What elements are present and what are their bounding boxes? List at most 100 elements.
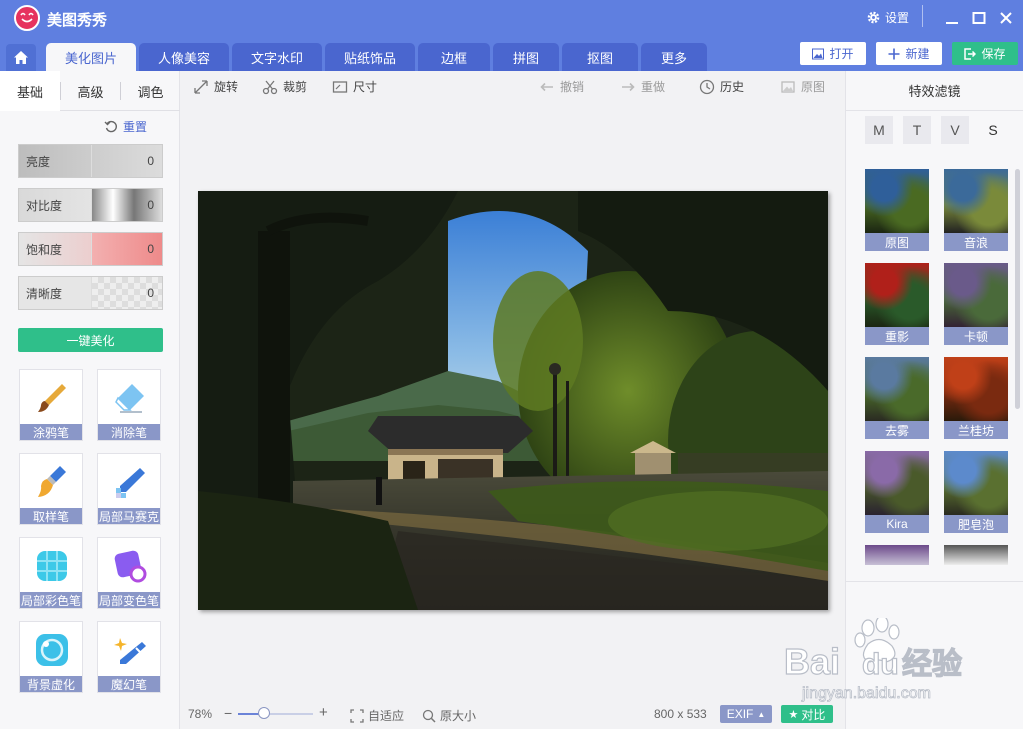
filter-thumbnail[interactable]: Kira [865,451,929,533]
filter-thumbnail[interactable]: 去雾 [865,357,929,439]
tab-collage[interactable]: 拼图 [493,43,559,71]
brightness-slider[interactable]: 亮度 0 [18,144,163,178]
crop-label: 裁剪 [283,80,308,94]
one-key-beautify-button[interactable]: 一键美化 [18,328,163,352]
magic-pen-icon [114,638,146,664]
original-button[interactable]: 原图 [780,78,825,95]
redo-arrow-icon [622,82,635,91]
eraser-icon [115,384,144,413]
reset-button[interactable]: 重置 [104,118,147,135]
filter-thumbnail-partial[interactable] [865,545,929,565]
open-button[interactable]: 打开 [800,42,866,65]
maximize-icon [972,12,986,24]
tool-local-color-pen[interactable]: 局部彩色笔 [19,537,83,609]
tab-basic[interactable]: 基础 [0,71,60,111]
adjust-tabs: 基础 高级 调色 [0,71,180,111]
tab-color[interactable]: 调色 [121,71,180,111]
edit-toolbar: 旋转 裁剪 尺寸 撤销 重做 历史 原图 [180,71,845,101]
tab-portrait[interactable]: 人像美容 [139,43,229,71]
tool-background-blur[interactable]: 背景虚化 [19,621,83,693]
tab-beautify[interactable]: 美化图片 [46,43,136,71]
tool-mosaic-pen[interactable]: 局部马赛克 [97,453,161,525]
undo-button[interactable]: 撤销 [539,78,584,95]
filter-thumbnail[interactable]: 肥皂泡 [944,451,1008,533]
tab-stickers[interactable]: 贴纸饰品 [325,43,415,71]
tool-local-recolor-pen[interactable]: 局部变色笔 [97,537,161,609]
size-button[interactable]: 尺寸 [332,78,377,95]
tab-frames[interactable]: 边框 [418,43,490,71]
save-button[interactable]: 保存 [952,42,1018,65]
filter-category-s[interactable]: S [979,116,1007,144]
filter-thumbnail[interactable]: 重影 [865,263,929,345]
filter-category-v[interactable]: V [941,116,969,144]
redo-label: 重做 [641,80,666,94]
zoom-slider-track[interactable] [238,713,313,715]
filter-preview [944,545,1008,565]
home-icon [14,51,28,64]
tool-label: 背景虚化 [20,676,82,692]
reset-icon [104,120,117,132]
close-button[interactable] [996,8,1016,28]
tool-label: 涂鸦笔 [20,424,82,440]
history-button[interactable]: 历史 [699,78,744,95]
zoom-out-button[interactable]: − [224,705,232,721]
app-title: 美图秀秀 [47,12,108,29]
tool-label: 消除笔 [98,424,160,440]
mosaic-pen-icon [116,468,145,498]
home-button[interactable] [6,44,36,71]
export-icon [964,47,977,60]
filter-thumbnail-partial[interactable] [944,545,1008,565]
zoom-level: 78% [188,707,213,721]
zoom-in-button[interactable]: + [319,704,328,721]
tab-more[interactable]: 更多 [641,43,707,71]
filter-preview [865,451,929,515]
compare-button[interactable]: ★ 对比 [781,705,833,723]
tab-advanced[interactable]: 高级 [61,71,120,111]
maximize-button[interactable] [969,8,989,28]
contrast-slider[interactable]: 对比度 0 [18,188,163,222]
filter-thumbnail[interactable]: 音浪 [944,169,1008,251]
image-dimensions: 800 x 533 [654,707,707,721]
filters-scrollbar[interactable] [1015,169,1020,409]
saturation-slider[interactable]: 饱和度 0 [18,232,163,266]
main-tabs-bar: 美化图片 人像美容 文字水印 贴纸饰品 边框 拼图 抠图 更多 打开 新建 保存 [0,40,1023,71]
filter-label: 肥皂泡 [944,515,1008,533]
reset-label: 重置 [123,120,148,134]
filter-thumbnail[interactable]: 原图 [865,169,929,251]
filter-category-m[interactable]: M [865,116,893,144]
gear-icon [867,11,880,24]
filter-category-t[interactable]: T [903,116,931,144]
new-button[interactable]: 新建 [876,42,942,65]
rotate-button[interactable]: 旋转 [193,78,238,95]
crop-button[interactable]: 裁剪 [262,78,307,95]
filter-thumbnail[interactable]: 卡顿 [944,263,1008,345]
filter-label: 卡顿 [944,327,1008,345]
status-bar: 78% − + 自适应 原大小 800 x 533 EXIF ▲ ★ 对比 [180,699,845,729]
filter-label: 重影 [865,327,929,345]
tab-text[interactable]: 文字水印 [232,43,322,71]
slider-label: 对比度 [26,198,63,213]
sharpness-slider[interactable]: 清晰度 0 [18,276,163,310]
filter-thumbnail[interactable]: 兰桂坊 [944,357,1008,439]
tool-eraser-pen[interactable]: 消除笔 [97,369,161,441]
tool-sample-pen[interactable]: 取样笔 [19,453,83,525]
exif-label: EXIF [726,707,754,721]
filter-label: 音浪 [944,233,1008,251]
tab-cutout[interactable]: 抠图 [562,43,638,71]
fit-button[interactable]: 自适应 [350,707,404,724]
tool-magic-pen[interactable]: 魔幻笔 [97,621,161,693]
open-label: 打开 [829,47,854,61]
actual-size-button[interactable]: 原大小 [422,707,476,724]
image-canvas[interactable] [180,101,845,699]
edited-photo[interactable] [198,191,828,610]
minimize-button[interactable] [942,8,962,28]
zoom-slider-handle[interactable] [258,707,271,719]
exif-button[interactable]: EXIF ▲ [720,705,772,723]
save-label: 保存 [981,47,1006,61]
redo-button[interactable]: 重做 [620,78,665,95]
tool-doodle-pen[interactable]: 涂鸦笔 [19,369,83,441]
panel-divider [846,581,1023,582]
settings-button[interactable]: 设置 [866,9,909,26]
blur-background-icon [36,634,68,666]
filter-preview [865,545,929,565]
